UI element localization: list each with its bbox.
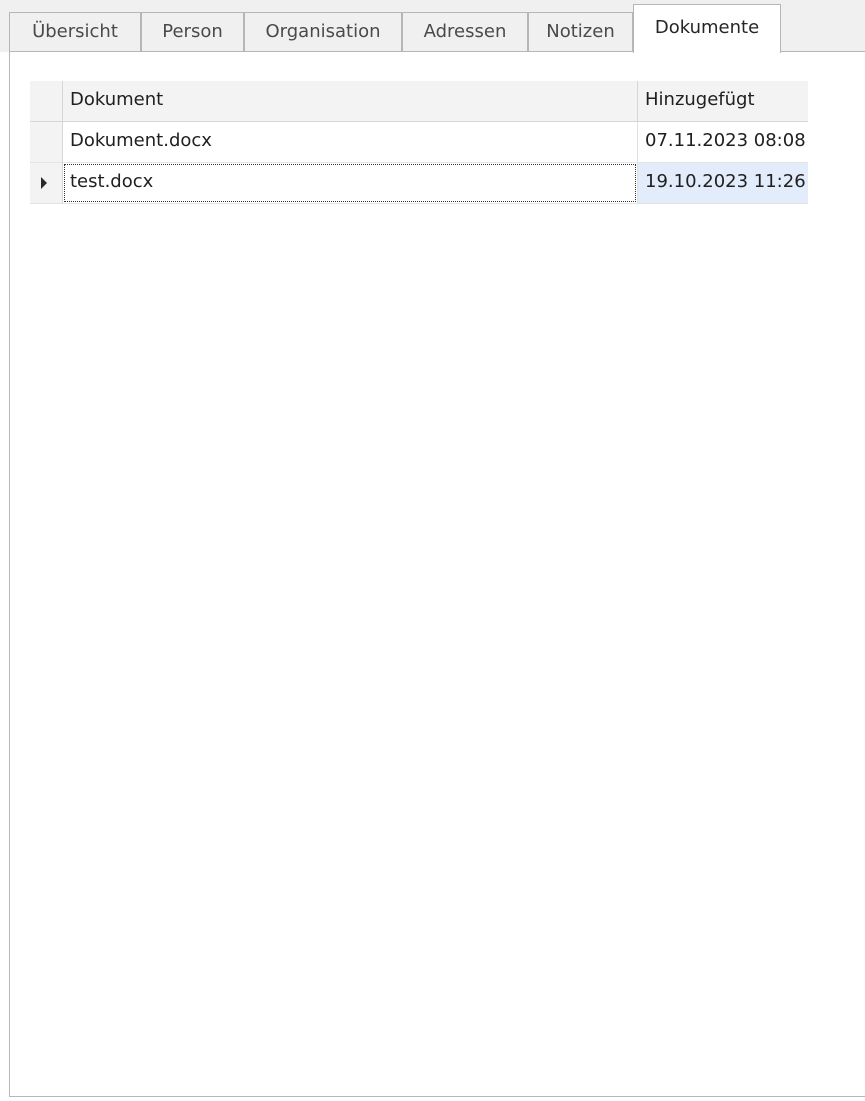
tab-label: Notizen <box>546 21 615 42</box>
table-row-selected[interactable]: test.docx 19.10.2023 11:26 <box>30 163 808 204</box>
row-indicator-cell <box>30 122 62 162</box>
tab-strip: Übersicht Person Organisation Adressen N… <box>0 0 865 53</box>
tab-organisation[interactable]: Organisation <box>244 12 402 51</box>
cell-document[interactable]: test.docx <box>62 163 637 203</box>
tab-person[interactable]: Person <box>141 12 244 51</box>
documents-grid[interactable]: Dokument Hinzugefügt Dokument.docx 07.11… <box>30 81 808 204</box>
column-header-added[interactable]: Hinzugefügt <box>637 81 808 121</box>
cell-document-text: test.docx <box>70 171 154 192</box>
tab-label: Dokumente <box>654 17 760 38</box>
tab-label: Übersicht <box>32 21 118 42</box>
indicator-column-header <box>30 81 62 121</box>
documents-window: Übersicht Person Organisation Adressen N… <box>0 0 865 1101</box>
tab-label: Person <box>162 21 223 42</box>
cell-document[interactable]: Dokument.docx <box>62 122 637 162</box>
tab-adressen[interactable]: Adressen <box>402 12 528 51</box>
column-header-document[interactable]: Dokument <box>62 81 637 121</box>
table-row[interactable]: Dokument.docx 07.11.2023 08:08 <box>30 122 808 163</box>
tab-uebersicht[interactable]: Übersicht <box>9 12 141 51</box>
tab-label: Organisation <box>265 21 381 42</box>
cell-added[interactable]: 07.11.2023 08:08 <box>637 122 808 162</box>
tab-dokumente[interactable]: Dokumente <box>633 4 781 53</box>
grid-header: Dokument Hinzugefügt <box>30 81 808 122</box>
row-indicator-triangle-icon <box>41 177 47 189</box>
tab-notizen[interactable]: Notizen <box>528 12 633 51</box>
row-indicator-cell <box>30 163 62 203</box>
tab-page-dokumente <box>9 51 865 1097</box>
cell-added[interactable]: 19.10.2023 11:26 <box>637 163 808 203</box>
tab-label: Adressen <box>423 21 507 42</box>
